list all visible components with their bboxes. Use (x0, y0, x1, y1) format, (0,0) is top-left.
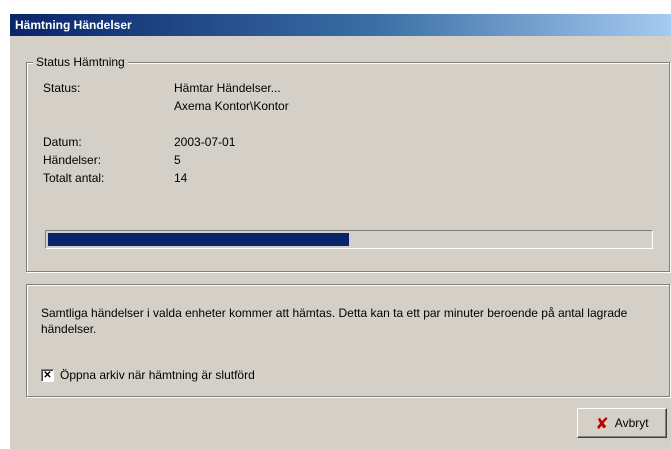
cancel-button-label: Avbryt (614, 416, 649, 430)
progress-bar (45, 230, 653, 249)
open-archive-checkbox[interactable]: ✕ (41, 368, 54, 382)
info-description: Samtliga händelser i valda enheter komme… (41, 306, 628, 336)
open-archive-checkbox-label[interactable]: Öppna arkiv när hämtning är slutförd (60, 368, 255, 382)
status-label: Status: (43, 81, 81, 95)
open-archive-option[interactable]: ✕ Öppna arkiv när hämtning är slutförd (41, 367, 255, 383)
date-label: Datum: (43, 135, 82, 149)
events-value: 5 (174, 153, 181, 167)
close-icon: ✘ (595, 413, 609, 433)
total-label: Totalt antal: (43, 171, 105, 185)
status-value-line1: Hämtar Händelser... (174, 81, 281, 95)
title-bar[interactable]: Hämtning Händelser (10, 14, 671, 36)
status-groupbox: Status Hämtning Status: Hämtar Händelser… (26, 55, 670, 272)
total-value: 14 (174, 171, 188, 185)
dialog-window: Hämtning Händelser Status Hämtning Statu… (10, 14, 671, 449)
events-label: Händelser: (43, 153, 102, 167)
status-value-line2: Axema Kontor\Kontor (174, 99, 289, 113)
info-groupbox: Samtliga händelser i valda enheter komme… (26, 284, 670, 397)
status-group-legend: Status Hämtning (33, 55, 128, 69)
date-value: 2003-07-01 (174, 135, 236, 149)
window-title: Hämtning Händelser (15, 18, 132, 32)
cancel-button[interactable]: ✘ Avbryt (577, 408, 667, 438)
progress-bar-fill (48, 233, 349, 246)
